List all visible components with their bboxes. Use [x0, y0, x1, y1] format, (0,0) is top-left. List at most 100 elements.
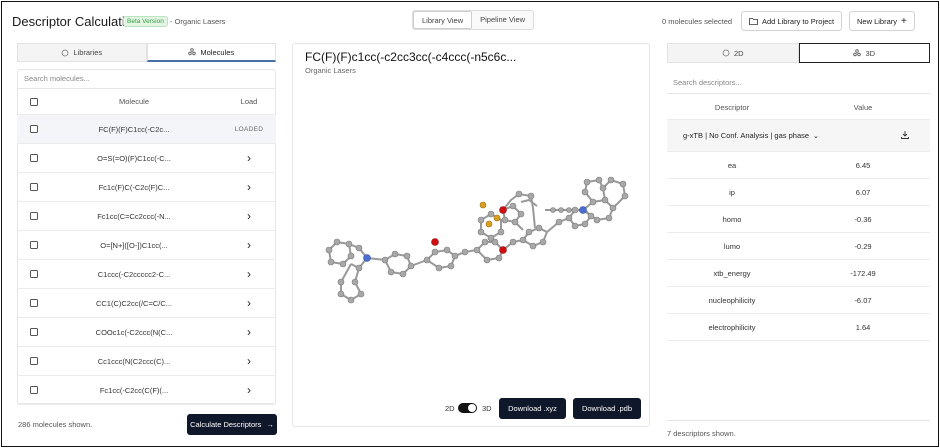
descriptor-value: -172.49 [850, 269, 876, 278]
new-library-button[interactable]: New Library + [849, 11, 915, 31]
tab-libraries-label: Libraries [73, 48, 103, 57]
molecule-smiles: CC1(C)C2cc(/C=C/C... [95, 298, 173, 308]
tab-library-view[interactable]: Library View [413, 11, 473, 29]
new-library-label: New Library [857, 16, 898, 26]
molecule-smiles: Cc1ccc(N(C2ccc(C)... [97, 356, 171, 366]
descriptor-name: electrophilicity [708, 323, 756, 332]
molecule-smiles: FC(F)(F)C1cc(-C2c... [98, 124, 170, 134]
molecule-smiles: Fc1c(F)C(-C2c(F)C... [98, 182, 170, 192]
row-checkbox[interactable] [30, 357, 38, 365]
library-name: Organic Lasers [305, 66, 356, 75]
calculate-descriptors-button[interactable]: Calculate Descriptors → [187, 414, 277, 435]
download-icon[interactable] [900, 130, 910, 140]
molecule-row[interactable]: Fc1c(F)C(-C2c(F)C... › [17, 173, 276, 202]
row-checkbox[interactable] [30, 328, 38, 336]
column-descriptor: Descriptor [714, 103, 750, 112]
descriptor-name: nucleophilicity [708, 296, 756, 305]
method-select[interactable]: g-xTB | No Conf. Analysis | gas phase ⌄ [683, 131, 819, 140]
beta-badge: Beta Version [123, 16, 168, 27]
molecule-smiles: O=[N+]([O-])C1cc(... [100, 240, 168, 250]
molecule-smiles: COOc1c(-C2ccc(N(C... [95, 327, 173, 337]
descriptor-search-input[interactable]: Search descriptors... [667, 74, 930, 92]
download-pdb-button[interactable]: Download .pdb [573, 398, 641, 419]
view-toggle: Library View Pipeline View [412, 10, 535, 30]
download-xyz-label: Download .xyz [508, 404, 557, 413]
tab-libraries[interactable]: Libraries [17, 43, 147, 62]
molecules-selected-count: 0 molecules selected [662, 17, 733, 26]
descriptor-name: xtb_energy [713, 269, 751, 278]
descriptor-name: homo [722, 215, 742, 224]
column-load: Load [240, 97, 258, 106]
molecule-row[interactable]: O=[N+]([O-])C1cc(... › [17, 231, 276, 260]
load-chevron-icon[interactable]: › [229, 151, 269, 165]
project-subtitle: - Organic Lasers [170, 17, 226, 26]
download-xyz-button[interactable]: Download .xyz [499, 398, 566, 419]
row-checkbox[interactable] [30, 270, 38, 278]
row-checkbox[interactable] [30, 212, 38, 220]
toggle-3d-label: 3D [482, 404, 492, 413]
select-all-checkbox[interactable] [30, 97, 38, 106]
fluorine-atom [485, 220, 493, 228]
load-chevron-icon[interactable]: › [229, 238, 269, 252]
molecule-3d-viewer[interactable] [307, 82, 637, 394]
molecule-smiles: Fc1cc(C=Cc2ccc(-N... [97, 211, 171, 221]
row-checkbox[interactable] [30, 386, 38, 394]
row-checkbox[interactable] [30, 241, 38, 249]
load-chevron-icon[interactable]: › [229, 383, 269, 397]
molecule-row[interactable]: Cc1ccc(N(C2ccc(C)... › [17, 347, 276, 376]
tab-3d[interactable]: 3D [798, 43, 930, 63]
row-checkbox[interactable] [30, 183, 38, 191]
molecule-row[interactable]: C1ccc(-C2ccccc2-C... › [17, 260, 276, 289]
load-chevron-icon[interactable]: › [229, 180, 269, 194]
molecule-row[interactable]: Fc1cc(-C2cc(C(F)(... › [17, 376, 276, 405]
tab-pipeline-view[interactable]: Pipeline View [472, 11, 533, 29]
descriptor-row: ip 6.07 [667, 179, 930, 206]
load-chevron-icon[interactable]: › [229, 325, 269, 339]
oxygen-atom [431, 238, 439, 246]
load-chevron-icon[interactable]: › [229, 267, 269, 281]
molecule-row[interactable]: Fc1cc(C=Cc2ccc(-N... › [17, 202, 276, 231]
row-checkbox[interactable] [30, 299, 38, 307]
molecule-row[interactable]: FC(F)(F)C1cc(-C2c... LOADED [17, 115, 276, 144]
load-chevron-icon[interactable]: › [229, 354, 269, 368]
column-value: Value [853, 103, 873, 112]
arrow-right-icon: → [266, 420, 274, 429]
molecule-smiles: O=S(=O)(F)C1cc(-C... [97, 153, 171, 163]
descriptor-value: 1.64 [855, 323, 871, 332]
plus-icon: + [901, 15, 907, 27]
calculate-label: Calculate Descriptors [190, 420, 262, 429]
descriptor-count: 7 descriptors shown. [667, 429, 736, 438]
nitrogen-atom [363, 254, 371, 262]
row-checkbox[interactable] [30, 125, 38, 133]
column-molecule: Molecule [118, 97, 149, 106]
molecule-search-input[interactable]: Search molecules... [18, 70, 275, 88]
molecule-smiles: C1ccc(-C2ccccc2-C... [97, 269, 171, 279]
molecule-smiles: Fc1cc(-C2cc(C(F)(... [99, 385, 169, 395]
tab-3d-label: 3D [865, 48, 876, 58]
right-tabs: 2D 3D [667, 43, 930, 63]
load-chevron-icon[interactable]: › [229, 296, 269, 310]
add-library-button[interactable]: Add Library to Project [741, 11, 843, 31]
chevron-down-icon: ⌄ [813, 132, 819, 140]
page-title: Descriptor Calculation [12, 14, 140, 29]
molecule-row[interactable]: COOc1c(-C2ccc(N(C... › [17, 318, 276, 347]
descriptor-value: -0.36 [854, 215, 872, 224]
descriptor-table-header: Descriptor Value [667, 94, 930, 120]
left-tabs: Libraries Molecules [17, 43, 276, 62]
tab-molecules[interactable]: Molecules [146, 43, 276, 62]
row-checkbox[interactable] [30, 154, 38, 162]
molecule-row[interactable]: CC1(C)C2cc(/C=C/C... › [17, 289, 276, 318]
dimension-toggle[interactable] [458, 403, 477, 413]
method-select-value: g-xTB | No Conf. Analysis | gas phase [683, 131, 810, 140]
fluorine-atom [479, 201, 487, 209]
descriptor-row: electrophilicity 1.64 [667, 314, 930, 341]
oxygen-atom [499, 206, 507, 214]
descriptor-value: 6.45 [855, 161, 871, 170]
tab-2d[interactable]: 2D [667, 43, 799, 63]
divider [667, 420, 930, 421]
molecule-icon [188, 48, 197, 56]
method-row: g-xTB | No Conf. Analysis | gas phase ⌄ [667, 120, 930, 152]
load-chevron-icon[interactable]: › [229, 209, 269, 223]
descriptor-row: lumo -0.29 [667, 233, 930, 260]
molecule-row[interactable]: O=S(=O)(F)C1cc(-C... › [17, 144, 276, 173]
